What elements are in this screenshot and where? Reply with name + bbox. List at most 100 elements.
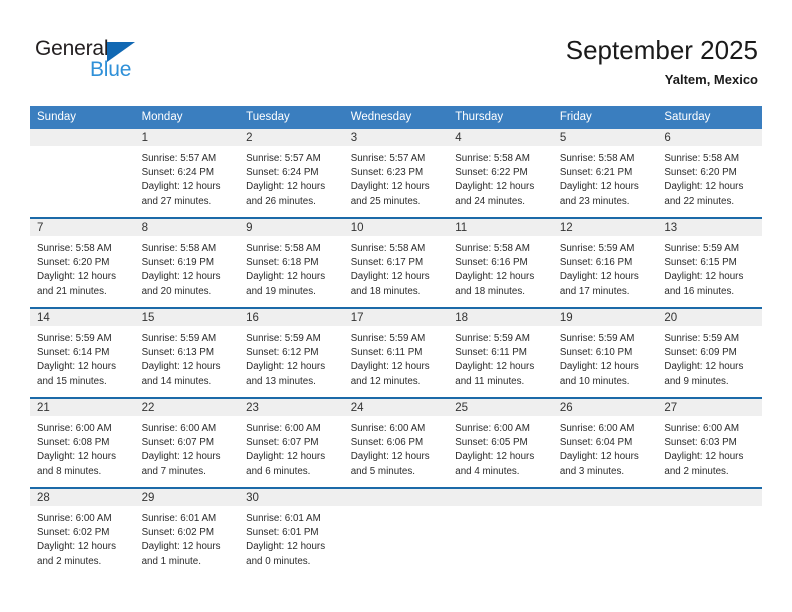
- sunrise-time: Sunrise: 5:58 AM: [455, 153, 530, 164]
- day-number: 28: [30, 489, 135, 506]
- sunset-time: Sunset: 6:04 PM: [559, 437, 633, 449]
- calendar-day-cell[interactable]: 13 Sunrise: 5:59 AM Sunset: 6:15 PM Dayligh…: [657, 217, 762, 308]
- weekday-header-tuesday: Tuesday: [239, 106, 344, 129]
- day-number: 13: [657, 219, 762, 236]
- sunset-time: Sunset: 6:16 PM: [455, 257, 528, 269]
- sunrise-time: Sunrise: 6:00 AM: [246, 423, 321, 434]
- calendar-day-cell[interactable]: 5 Sunrise: 5:58 AM Sunset: 6:21 PM Daylight…: [552, 129, 658, 218]
- calendar-day-cell[interactable]: 19 Sunrise: 5:59 AM Sunset: 6:10 PM Dayligh…: [552, 307, 658, 398]
- day-number: 2: [239, 129, 344, 146]
- day-number: 8: [134, 219, 240, 236]
- daylight-duration-line2: and 4 minutes.: [455, 465, 520, 477]
- sunset-time: Sunset: 6:02 PM: [141, 527, 214, 539]
- daylight-duration-line1: Daylight: 12 hours: [559, 181, 639, 193]
- day-number: 30: [239, 489, 344, 506]
- day-number: 1: [134, 129, 240, 146]
- calendar-day-cell[interactable]: 12 Sunrise: 5:59 AM Sunset: 6:16 PM Dayligh…: [552, 217, 658, 308]
- calendar-day-cell[interactable]: 9 Sunrise: 5:58 AM Sunset: 6:18 PM Daylight…: [239, 217, 344, 308]
- calendar-day-cell[interactable]: 16 Sunrise: 5:59 AM Sunset: 6:12 PM Dayligh…: [239, 307, 344, 398]
- calendar-day-cell[interactable]: 6 Sunrise: 5:58 AM Sunset: 6:20 PM Daylight…: [657, 129, 762, 218]
- sunset-time: Sunset: 6:23 PM: [350, 167, 424, 179]
- daylight-duration-line1: Daylight: 12 hours: [559, 271, 639, 283]
- sunset-time: Sunset: 6:15 PM: [664, 257, 737, 269]
- sunrise-time: Sunrise: 5:59 AM: [664, 243, 739, 254]
- daylight-duration-line2: and 7 minutes.: [141, 465, 206, 477]
- sunrise-time: Sunrise: 5:58 AM: [664, 153, 739, 164]
- daylight-duration-line2: and 24 minutes.: [455, 195, 525, 207]
- daylight-duration-line2: and 6 minutes.: [246, 465, 311, 477]
- day-number: 12: [552, 219, 658, 236]
- calendar-day-cell-empty: [343, 487, 449, 577]
- daylight-duration-line1: Daylight: 12 hours: [350, 361, 430, 373]
- daylight-duration-line1: Daylight: 12 hours: [141, 271, 221, 283]
- sunrise-time: Sunrise: 5:58 AM: [559, 153, 635, 164]
- daylight-duration-line1: Daylight: 12 hours: [37, 451, 116, 463]
- daylight-duration-line1: Daylight: 12 hours: [455, 271, 535, 283]
- sunrise-time: Sunrise: 6:00 AM: [455, 423, 530, 434]
- calendar-day-cell[interactable]: 4 Sunrise: 5:58 AM Sunset: 6:22 PM Daylight…: [448, 129, 553, 218]
- weekday-header-friday: Friday: [552, 106, 658, 129]
- calendar-day-cell[interactable]: 23 Sunrise: 6:00 AM Sunset: 6:07 PM Dayligh…: [239, 397, 344, 488]
- daylight-duration-line1: Daylight: 12 hours: [246, 541, 326, 553]
- day-number: 25: [448, 399, 553, 416]
- day-number: 10: [343, 219, 449, 236]
- daylight-duration-line2: and 1 minute.: [141, 555, 201, 567]
- day-number: 22: [134, 399, 240, 416]
- day-details: Sunrise: 5:57 AM Sunset: 6:24 PM Daylight:…: [135, 146, 240, 209]
- day-number: 27: [657, 399, 762, 416]
- sunrise-time: Sunrise: 6:00 AM: [141, 423, 217, 434]
- page-header: General Blue September 2025 Yaltem, Mexi…: [0, 0, 792, 100]
- daylight-duration-line1: Daylight: 12 hours: [664, 451, 744, 463]
- generalblue-logo[interactable]: General Blue: [35, 38, 155, 86]
- daylight-duration-line2: and 21 minutes.: [37, 285, 107, 297]
- daylight-duration-line2: and 27 minutes.: [141, 195, 212, 207]
- daylight-duration-line1: Daylight: 12 hours: [37, 271, 116, 283]
- sunrise-time: Sunrise: 6:00 AM: [37, 423, 112, 434]
- day-number: [343, 489, 449, 506]
- calendar-day-cell[interactable]: 18 Sunrise: 5:59 AM Sunset: 6:11 PM Dayligh…: [448, 307, 553, 398]
- calendar-day-cell[interactable]: 28 Sunrise: 6:00 AM Sunset: 6:02 PM Dayligh…: [30, 487, 135, 577]
- calendar-day-cell[interactable]: 11 Sunrise: 5:58 AM Sunset: 6:16 PM Dayligh…: [448, 217, 553, 308]
- calendar-day-cell[interactable]: 2 Sunrise: 5:57 AM Sunset: 6:24 PM Daylight…: [239, 129, 344, 218]
- calendar-day-cell-empty: [552, 487, 658, 577]
- calendar-day-cell[interactable]: 1 Sunrise: 5:57 AM Sunset: 6:24 PM Daylight…: [134, 129, 240, 218]
- calendar-day-cell[interactable]: 20 Sunrise: 5:59 AM Sunset: 6:09 PM Dayligh…: [657, 307, 762, 398]
- calendar-day-cell[interactable]: 25 Sunrise: 6:00 AM Sunset: 6:05 PM Dayligh…: [448, 397, 553, 488]
- calendar-week-row: 14 Sunrise: 5:59 AM Sunset: 6:14 PM Dayligh…: [30, 307, 762, 398]
- daylight-duration-line2: and 0 minutes.: [246, 555, 311, 567]
- daylight-duration-line2: and 18 minutes.: [455, 285, 525, 297]
- calendar-day-cell-empty: [448, 487, 553, 577]
- sunrise-time: Sunrise: 6:01 AM: [141, 513, 217, 524]
- calendar-day-cell[interactable]: 26 Sunrise: 6:00 AM Sunset: 6:04 PM Dayligh…: [552, 397, 658, 488]
- calendar-day-cell[interactable]: 3 Sunrise: 5:57 AM Sunset: 6:23 PM Daylight…: [343, 129, 449, 218]
- daylight-duration-line1: Daylight: 12 hours: [350, 271, 430, 283]
- day-number: 15: [134, 309, 240, 326]
- daylight-duration-line1: Daylight: 12 hours: [664, 361, 744, 373]
- day-details: Sunrise: 6:00 AM Sunset: 6:03 PM Daylight:…: [657, 416, 762, 479]
- day-details: Sunrise: 6:01 AM Sunset: 6:01 PM Daylight:…: [239, 506, 344, 569]
- calendar-day-cell[interactable]: 22 Sunrise: 6:00 AM Sunset: 6:07 PM Dayligh…: [134, 397, 240, 488]
- day-details: Sunrise: 5:59 AM Sunset: 6:14 PM Daylight:…: [30, 326, 135, 389]
- weekday-header-thursday: Thursday: [448, 106, 553, 129]
- calendar-day-cell[interactable]: 15 Sunrise: 5:59 AM Sunset: 6:13 PM Dayligh…: [134, 307, 240, 398]
- calendar-day-cell[interactable]: 27 Sunrise: 6:00 AM Sunset: 6:03 PM Dayligh…: [657, 397, 762, 488]
- calendar-day-cell[interactable]: 24 Sunrise: 6:00 AM Sunset: 6:06 PM Dayligh…: [343, 397, 449, 488]
- day-number: [448, 489, 553, 506]
- calendar-day-cell[interactable]: 21 Sunrise: 6:00 AM Sunset: 6:08 PM Dayligh…: [30, 397, 135, 488]
- sunrise-time: Sunrise: 5:59 AM: [246, 333, 321, 344]
- calendar-day-cell[interactable]: 14 Sunrise: 5:59 AM Sunset: 6:14 PM Dayligh…: [30, 307, 135, 398]
- calendar-day-cell[interactable]: 29 Sunrise: 6:01 AM Sunset: 6:02 PM Dayligh…: [134, 487, 240, 577]
- day-details: Sunrise: 5:58 AM Sunset: 6:20 PM Daylight:…: [30, 236, 135, 299]
- sunset-time: Sunset: 6:10 PM: [559, 347, 633, 359]
- daylight-duration-line2: and 11 minutes.: [455, 375, 525, 387]
- calendar-day-cell[interactable]: 7 Sunrise: 5:58 AM Sunset: 6:20 PM Daylight…: [30, 217, 135, 308]
- calendar-day-cell[interactable]: 8 Sunrise: 5:58 AM Sunset: 6:19 PM Daylight…: [134, 217, 240, 308]
- sunrise-time: Sunrise: 5:58 AM: [350, 243, 426, 254]
- daylight-duration-line1: Daylight: 12 hours: [246, 451, 326, 463]
- calendar-week-row: 28 Sunrise: 6:00 AM Sunset: 6:02 PM Dayligh…: [30, 487, 762, 577]
- sunset-time: Sunset: 6:13 PM: [141, 347, 214, 359]
- calendar-day-cell[interactable]: 17 Sunrise: 5:59 AM Sunset: 6:11 PM Dayligh…: [343, 307, 449, 398]
- daylight-duration-line1: Daylight: 12 hours: [455, 451, 535, 463]
- calendar-day-cell[interactable]: 10 Sunrise: 5:58 AM Sunset: 6:17 PM Dayligh…: [343, 217, 449, 308]
- calendar-day-cell[interactable]: 30 Sunrise: 6:01 AM Sunset: 6:01 PM Dayligh…: [239, 487, 344, 577]
